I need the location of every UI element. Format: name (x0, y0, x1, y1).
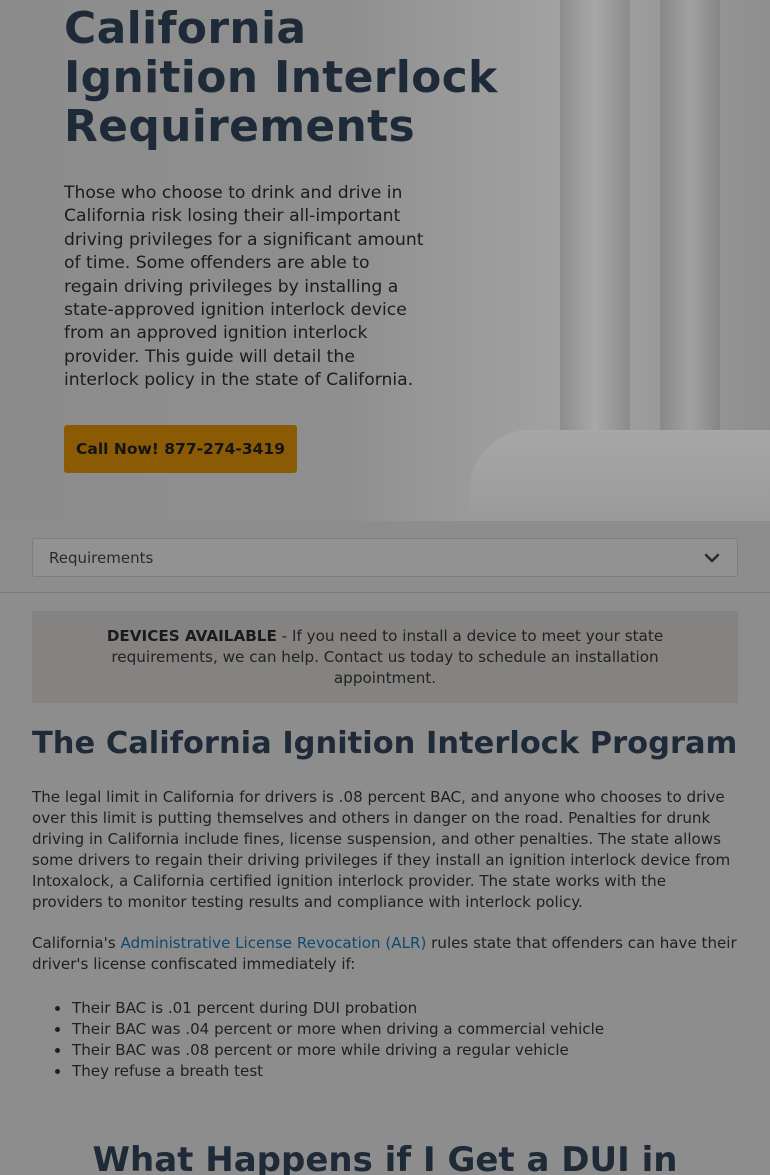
alr-link[interactable]: Administrative License Revocation (ALR) (120, 934, 426, 952)
list-item: Their BAC was .04 percent or more when d… (55, 1019, 732, 1040)
page-title-line: Requirements (64, 101, 416, 152)
paragraph: The legal limit in California for driver… (32, 788, 731, 911)
section-select-value: Requirements (49, 548, 154, 567)
call-now-button[interactable]: Call Now! 877-274-3419 (64, 425, 297, 473)
section-heading: The California Ignition Interlock Progra… (32, 726, 738, 761)
list-item: They refuse a breath test (55, 1061, 732, 1082)
section-nav: Requirements (0, 521, 770, 593)
page-title-line: Ignition Interlock (64, 52, 498, 103)
hero-description: Those who choose to drink and drive in C… (64, 183, 424, 391)
page-title: California Ignition Interlock Requiremen… (64, 3, 498, 152)
alr-conditions-list: Their BAC is .01 percent during DUI prob… (55, 998, 732, 1082)
pillar-base-decoration (470, 430, 770, 521)
list-item: Their BAC is .01 percent during DUI prob… (55, 998, 732, 1019)
section-select[interactable]: Requirements (32, 538, 738, 577)
list-item: Their BAC was .08 percent or more while … (55, 1040, 732, 1061)
paragraph-text: California's (32, 934, 121, 952)
devices-notice: DEVICES AVAILABLE - If you need to insta… (32, 611, 738, 703)
page-title-line: California (64, 3, 307, 54)
paragraph: California's Administrative License Revo… (32, 933, 740, 975)
chevron-down-icon (704, 553, 720, 562)
notice-text: DEVICES AVAILABLE - If you need to insta… (62, 626, 708, 689)
section-heading: What Happens if I Get a DUI in (92, 1140, 678, 1175)
notice-bold: DEVICES AVAILABLE (106, 626, 277, 645)
hero-section: California Ignition Interlock Requiremen… (0, 0, 770, 521)
